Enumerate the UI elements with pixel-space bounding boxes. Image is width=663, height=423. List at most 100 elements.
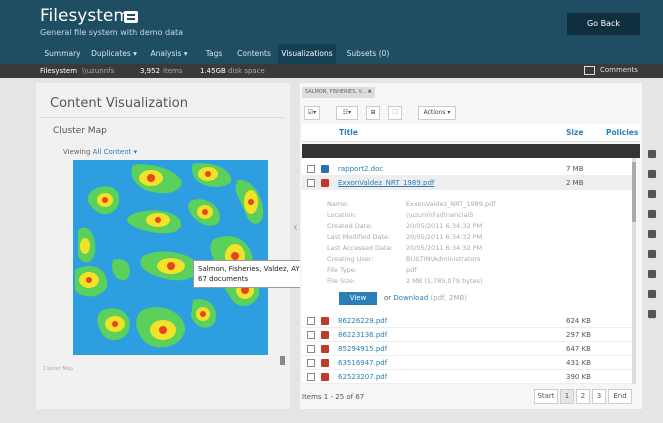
file-size: 2 MB [566, 179, 584, 187]
pager-page-3[interactable]: 3 [592, 389, 606, 404]
viewing-dropdown[interactable]: All Content ▾ [93, 148, 137, 156]
divider [40, 117, 285, 118]
tab-duplicates[interactable]: Duplicates ▾ [88, 44, 140, 64]
bar-chart-icon[interactable] [648, 190, 656, 198]
view-mode-dropdown[interactable]: ☷▾ [336, 106, 358, 120]
file-size: 624 KB [566, 317, 591, 325]
comment-icon[interactable] [584, 66, 595, 75]
stats-size-label: disk space [228, 67, 265, 75]
detail-value: \\uzunn\Fs\financial5 [406, 211, 474, 219]
file-size: 431 KB [566, 359, 591, 367]
table-row[interactable]: 85294915.pdf 647 KB [302, 342, 636, 356]
pdf-file-icon [321, 345, 329, 353]
row-checkbox[interactable] [307, 359, 315, 367]
collapse-chevron-icon[interactable]: ‹ [293, 220, 298, 234]
download-link[interactable]: Download [393, 294, 428, 302]
stats-name: Filesystem [40, 67, 78, 75]
star-icon[interactable]: ☆ [648, 312, 656, 322]
comments-link[interactable]: Comments [600, 66, 638, 74]
detail-value: 20/05/2011 6:34:32 PM [406, 244, 483, 252]
file-size: 647 KB [566, 345, 591, 353]
tab-analysis[interactable]: Analysis ▾ [144, 44, 194, 64]
row-checkbox[interactable] [307, 345, 315, 353]
table-row[interactable]: ExxonValdez_NRT_1989.pdf 2 MB [302, 176, 636, 190]
list-icon[interactable] [648, 290, 656, 298]
row-checkbox[interactable] [307, 373, 315, 381]
table-toolbar-bar [302, 144, 640, 158]
trash-icon[interactable] [280, 356, 285, 365]
export-icon[interactable]: ⊞ [366, 106, 380, 120]
go-back-button[interactable]: Go Back [567, 13, 640, 35]
file-size: 7 MB [566, 165, 584, 173]
file-link[interactable]: ExxonValdez_NRT_1989.pdf [338, 176, 434, 190]
view-button[interactable]: View [339, 292, 377, 305]
table-row[interactable]: rapport2.doc 7 MB [302, 162, 636, 176]
tag-icon[interactable] [648, 270, 656, 278]
file-link[interactable]: 86223136.pdf [338, 328, 387, 342]
stats-items: 3,952 [140, 67, 161, 75]
detail-label: Creating User: [327, 255, 374, 263]
stats-host: \\uzunnfs [82, 67, 115, 75]
tab-tags[interactable]: Tags [200, 44, 228, 64]
column-size[interactable]: Size [566, 128, 583, 137]
download-line: or Download (pdf, 2MB) [384, 294, 467, 302]
detail-value: BUILTIN\Administrators [406, 255, 481, 263]
file-link[interactable]: 86226229.pdf [338, 314, 387, 328]
pdf-file-icon [321, 317, 329, 325]
pdf-file-icon [321, 179, 329, 187]
copy-icon[interactable]: ❐ [388, 106, 402, 120]
detail-label: File Type: [327, 266, 358, 274]
app-subtitle: General file system with demo data [40, 28, 184, 37]
download-info: (pdf, 2MB) [430, 294, 467, 302]
file-link[interactable]: 85294915.pdf [338, 342, 387, 356]
detail-label: Location: [327, 211, 357, 219]
stats-size: 1.45GB [200, 67, 226, 75]
menu-icon[interactable] [124, 11, 138, 23]
table-row[interactable]: 63516947.pdf 431 KB [302, 356, 636, 370]
table-header: Title Size Policies [302, 124, 640, 142]
filter-chip[interactable]: SALMON, FISHERIES, V... ✖ [302, 87, 375, 98]
table-row[interactable]: 62523207.pdf 390 KB [302, 370, 636, 384]
pager-start[interactable]: Start [534, 389, 558, 404]
table-row[interactable]: 86226229.pdf 624 KB [302, 314, 636, 328]
viewing-selector[interactable]: Viewing All Content ▾ [63, 148, 137, 156]
tab-summary[interactable]: Summary [40, 44, 85, 64]
table-row[interactable]: 86223136.pdf 297 KB [302, 328, 636, 342]
file-link[interactable]: 62523207.pdf [338, 370, 387, 384]
cluster-map[interactable] [73, 160, 268, 355]
row-checkbox[interactable] [307, 165, 315, 173]
row-checkbox[interactable] [307, 331, 315, 339]
tab-visualizations[interactable]: Visualizations [278, 44, 336, 64]
detail-label: Last Accessed Date: [327, 244, 393, 252]
select-checkbox-dropdown[interactable]: ☑▾ [304, 106, 320, 120]
user-icon[interactable] [648, 230, 656, 238]
pdf-file-icon [321, 331, 329, 339]
file-link[interactable]: rapport2.doc [338, 162, 383, 176]
column-policies[interactable]: Policies [606, 128, 638, 137]
tab-bar: Summary Duplicates ▾ Analysis ▾ Tags Con… [0, 44, 663, 64]
pager-page-2[interactable]: 2 [576, 389, 590, 404]
file-link[interactable]: 63516947.pdf [338, 356, 387, 370]
file-size: 297 KB [566, 331, 591, 339]
actions-dropdown[interactable]: Actions ▾ [418, 106, 456, 120]
document-icon[interactable] [648, 210, 656, 218]
scrollbar-thumb[interactable] [632, 162, 636, 222]
tab-contents[interactable]: Contents [233, 44, 275, 64]
group-icon[interactable] [648, 250, 656, 258]
calendar-icon[interactable] [648, 170, 656, 178]
row-checkbox[interactable] [307, 317, 315, 325]
tab-subsets[interactable]: Subsets (0) [342, 44, 394, 64]
content-visualization-title: Content Visualization [50, 96, 188, 111]
filter-icon[interactable] [648, 150, 656, 158]
detail-label: Name: [327, 200, 349, 208]
doc-file-icon [321, 165, 329, 173]
file-details-panel: Name: ExxonValdez_NRT_1989.pdf Location: \… [302, 192, 636, 310]
column-title[interactable]: Title [339, 128, 358, 137]
pager-page-1[interactable]: 1 [560, 389, 574, 404]
map-footer: Cluster Map [43, 366, 73, 372]
row-checkbox[interactable] [307, 179, 315, 187]
stats-items-label: items [163, 67, 183, 75]
pager-end[interactable]: End [608, 389, 632, 404]
detail-value: 20/05/2011 6:34:32 PM [406, 233, 483, 241]
pdf-file-icon [321, 373, 329, 381]
